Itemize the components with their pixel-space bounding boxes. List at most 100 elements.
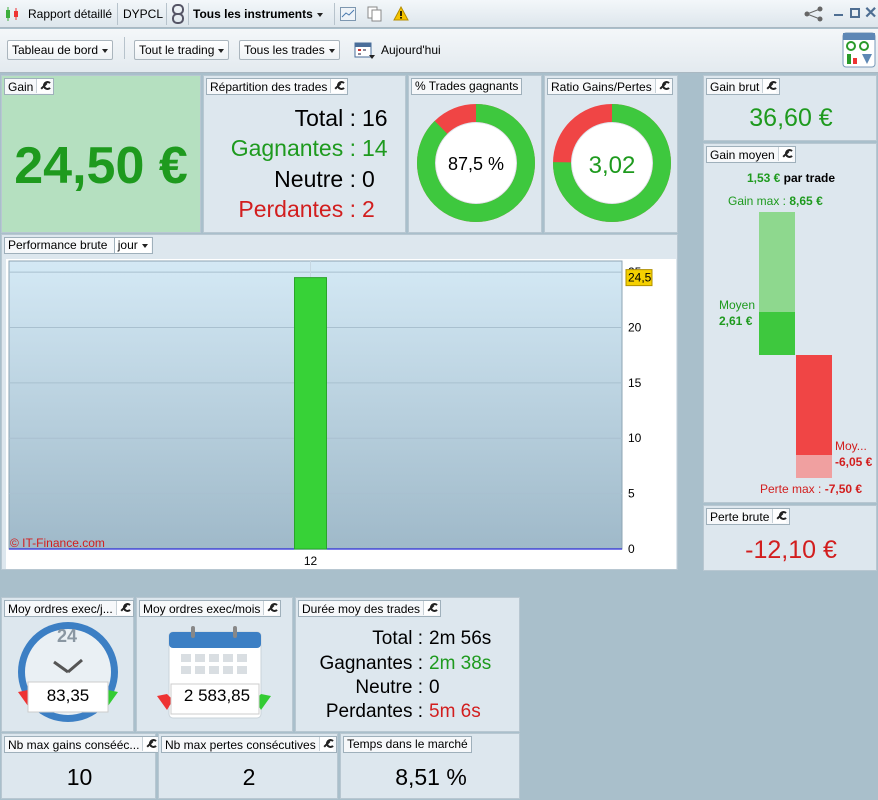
max-gains-title: Nb max gains consééc... (4, 736, 161, 753)
wrench-icon[interactable] (36, 79, 53, 93)
avg-gain-title: Gain moyen (706, 146, 796, 163)
avg-loss-value: -6,05 € (835, 455, 873, 469)
duration-win-value: 2m 38s (429, 653, 492, 674)
repartition-panel: Répartition des trades Total : 16 Gagnan… (203, 75, 406, 233)
max-loss-line: Perte max : -7,50 € (760, 482, 863, 496)
wrench-icon[interactable] (762, 79, 779, 93)
ratio-panel: Ratio Gains/Pertes 3,02 (544, 75, 678, 233)
gross-gain-title: Gain brut (706, 78, 781, 95)
gain-title: Gain (4, 78, 55, 95)
bar (294, 277, 327, 550)
win-rate-value: 87,5 % (447, 154, 505, 174)
wrench-icon[interactable] (115, 601, 132, 615)
neutral-value: 0 (362, 166, 375, 192)
date-selector[interactable]: Aujourd'hui (381, 36, 441, 64)
warning-icon[interactable] (393, 6, 409, 21)
minimize-icon[interactable] (834, 14, 843, 16)
avg-gain-panel: Gain moyen 1,53 € par trade Gain max : 8… (703, 143, 877, 503)
market-time-value: 8,51 % (395, 764, 467, 790)
max-losses-title: Nb max pertes consécutives (161, 736, 337, 753)
dashboard-dropdown[interactable]: Tableau de bord (7, 40, 114, 60)
trades-dropdown[interactable]: Tous les trades (239, 40, 340, 60)
calendar-icon[interactable] (354, 40, 376, 60)
market-time-panel: Temps dans le marché 8,51 % (340, 733, 520, 799)
period-dropdown[interactable]: jour (113, 238, 151, 253)
gross-gain-panel: Gain brut 36,60 € (703, 75, 877, 141)
orders-month-panel: Moy ordres exec/mois 2 583,85 (136, 597, 293, 732)
avg-gain-bar (759, 312, 795, 355)
orders-day-value: 83,35 (46, 686, 90, 705)
orders-day-panel: Moy ordres exec/j... 24 83,35 (1, 597, 134, 732)
chart-window-icon[interactable] (340, 7, 356, 21)
gross-loss-title: Perte brute (706, 508, 791, 525)
account-name[interactable]: DYPCL (123, 0, 163, 28)
gain-panel: Gain 24,50 € (1, 75, 201, 233)
duration-win-label: Gagnantes : (319, 653, 423, 674)
duration-loss-label: Perdantes : (325, 701, 423, 722)
wrench-icon[interactable] (318, 737, 335, 751)
per-trade-line: 1,53 € par trade (746, 171, 836, 185)
performance-chart: 05101520251224,5 (8, 260, 653, 568)
duration-total-value: 2m 56s (429, 628, 492, 649)
ratio-value: 3,02 (588, 152, 636, 179)
share-icon[interactable] (803, 6, 825, 22)
performance-title: Performance brute jour (4, 237, 153, 254)
gross-gain-value: 36,60 € (749, 104, 833, 132)
wrench-icon[interactable] (654, 79, 671, 93)
y-tick-label: 5 (628, 487, 635, 501)
avg-gain-label: Moyen (719, 298, 756, 312)
loss-label: Perdantes : (238, 196, 356, 222)
wrench-icon[interactable] (772, 509, 789, 523)
duration-total-label: Total : (372, 628, 423, 649)
wrench-icon[interactable] (330, 79, 347, 93)
win-value: 14 (362, 135, 388, 161)
y-tick-label: 0 (628, 542, 635, 556)
last-value-label: 24,5 (628, 271, 652, 285)
y-tick-label: 15 (628, 376, 642, 390)
max-gains-value: 10 (66, 764, 93, 790)
maximize-icon[interactable] (850, 8, 860, 18)
orders-day-title: Moy ordres exec/j... (4, 600, 134, 617)
max-gains-panel: Nb max gains consééc... 10 (1, 733, 161, 799)
win-rate-title: % Trades gagnants (411, 78, 523, 95)
gain-value: 24,50 € (14, 137, 188, 195)
toolbar: Tableau de bord Tout le trading Tous les… (0, 29, 878, 73)
avg-gain-value: 2,61 € (719, 314, 753, 328)
calendar-big-icon (157, 626, 271, 719)
y-tick-label: 10 (628, 431, 642, 445)
max-loss-bar (796, 455, 832, 478)
wrench-icon[interactable] (423, 601, 440, 615)
wrench-icon[interactable] (263, 601, 280, 615)
total-label: Total : (294, 105, 356, 131)
wrench-icon[interactable] (777, 147, 794, 161)
close-icon[interactable]: ✕ (864, 3, 877, 23)
dashboard-widget-icon[interactable] (842, 32, 876, 68)
neutral-label: Neutre : (274, 166, 356, 192)
duration-neutral-value: 0 (429, 677, 440, 698)
max-losses-panel: Nb max pertes consécutives 2 (158, 733, 338, 799)
link-icon[interactable] (171, 4, 185, 24)
gross-loss-panel: Perte brute -12,10 € (703, 505, 877, 571)
duration-title: Durée moy des trades (298, 600, 442, 617)
performance-panel: Performance brute jour 05101520251224,5 … (1, 234, 678, 570)
gross-loss-value: -12,10 € (745, 536, 837, 564)
duration-neutral-label: Neutre : (355, 677, 423, 698)
win-rate-panel: % Trades gagnants 87,5 % (408, 75, 542, 233)
repartition-title: Répartition des trades (206, 78, 349, 95)
max-gain-line: Gain max : 8,65 € (728, 194, 823, 208)
y-tick-label: 20 (628, 320, 642, 334)
max-losses-value: 2 (242, 764, 256, 790)
copy-icon[interactable] (367, 6, 383, 22)
x-tick-label: 12 (304, 554, 318, 568)
instruments-dropdown[interactable]: Tous les instruments (193, 0, 323, 28)
avg-loss-bar (796, 355, 832, 455)
trading-dropdown[interactable]: Tout le trading (134, 40, 230, 60)
loss-value: 2 (362, 196, 375, 222)
avg-loss-label: Moy... (835, 439, 867, 453)
max-gain-bar (759, 212, 795, 312)
wrench-icon[interactable] (142, 737, 159, 751)
duration-loss-value: 5m 6s (429, 701, 481, 722)
orders-month-title: Moy ordres exec/mois (139, 600, 282, 617)
report-title: Rapport détaillé (28, 7, 113, 21)
candlestick-icon (6, 7, 18, 21)
